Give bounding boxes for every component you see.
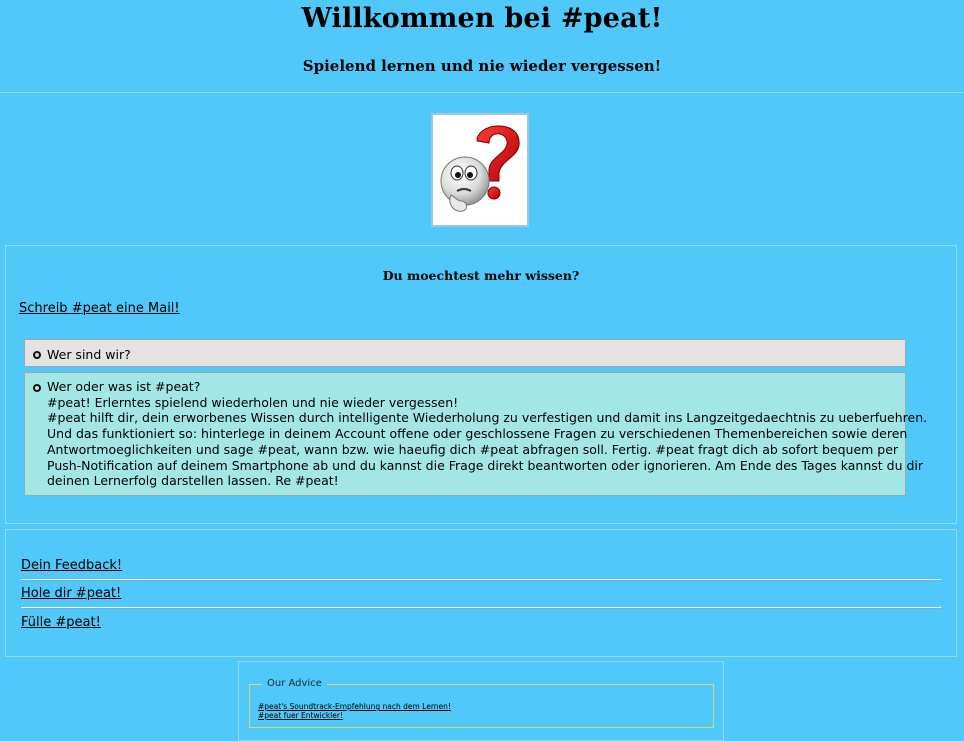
advice-legend: Our Advice <box>262 678 327 689</box>
info-heading: Du moechtest mehr wissen? <box>382 268 580 283</box>
developer-link[interactable]: #peat fuer Entwickler! <box>258 711 343 720</box>
soundtrack-link[interactable]: #peat's Soundtrack-Empfehlung nach dem L… <box>258 702 451 711</box>
bullet-icon <box>33 351 41 359</box>
mail-link[interactable]: Schreib #peat eine Mail! <box>19 301 180 316</box>
feedback-link[interactable]: Dein Feedback! <box>21 558 122 573</box>
accordion-text-line: #peat! Erlerntes spielend wiederholen un… <box>47 394 459 410</box>
get-peat-link[interactable]: Hole dir #peat! <box>21 586 121 601</box>
accordion-item-who-are-we[interactable]: Wer sind wir? <box>24 339 906 367</box>
links-panel: Dein Feedback! Hole dir #peat! Fülle #pe… <box>5 529 957 657</box>
accordion-text-line: Und das funktioniert so: hinterlege in d… <box>47 426 908 442</box>
page-subtitle: Spielend lernen und nie wieder vergessen… <box>302 57 662 75</box>
info-panel: Du moechtest mehr wissen? Schreib #peat … <box>5 245 957 524</box>
accordion-text-line: Antwortmoeglichkeiten und sage #peat, wa… <box>47 441 899 457</box>
page-title: Willkommen bei #peat! <box>301 3 663 34</box>
accordion-text-line: Push-Notification auf deinem Smartphone … <box>47 457 924 473</box>
accordion-item-what-is-peat[interactable]: Wer oder was ist #peat? #peat! Erlerntes… <box>24 372 928 496</box>
thinking-face-question-mark-icon <box>440 125 520 212</box>
advice-fieldset: Our Advice #peat's Soundtrack-Empfehlung… <box>249 678 714 728</box>
accordion-title: Wer oder was ist #peat? <box>47 379 201 394</box>
fill-peat-link[interactable]: Fülle #peat! <box>21 615 101 630</box>
bullet-icon <box>33 384 41 392</box>
accordion-title: Wer sind wir? <box>47 347 131 362</box>
divider <box>21 579 941 581</box>
advice-panel: Our Advice #peat's Soundtrack-Empfehlung… <box>238 661 724 741</box>
accordion-text-line: #peat hilft dir, dein erworbenes Wissen … <box>47 410 928 426</box>
accordion-text-line: deinen Lernerfolg darstellen lassen. Re … <box>47 473 339 489</box>
divider <box>21 607 941 609</box>
thinking-face-logo <box>431 113 529 227</box>
page-header: Willkommen bei #peat! Spielend lernen un… <box>0 0 964 93</box>
